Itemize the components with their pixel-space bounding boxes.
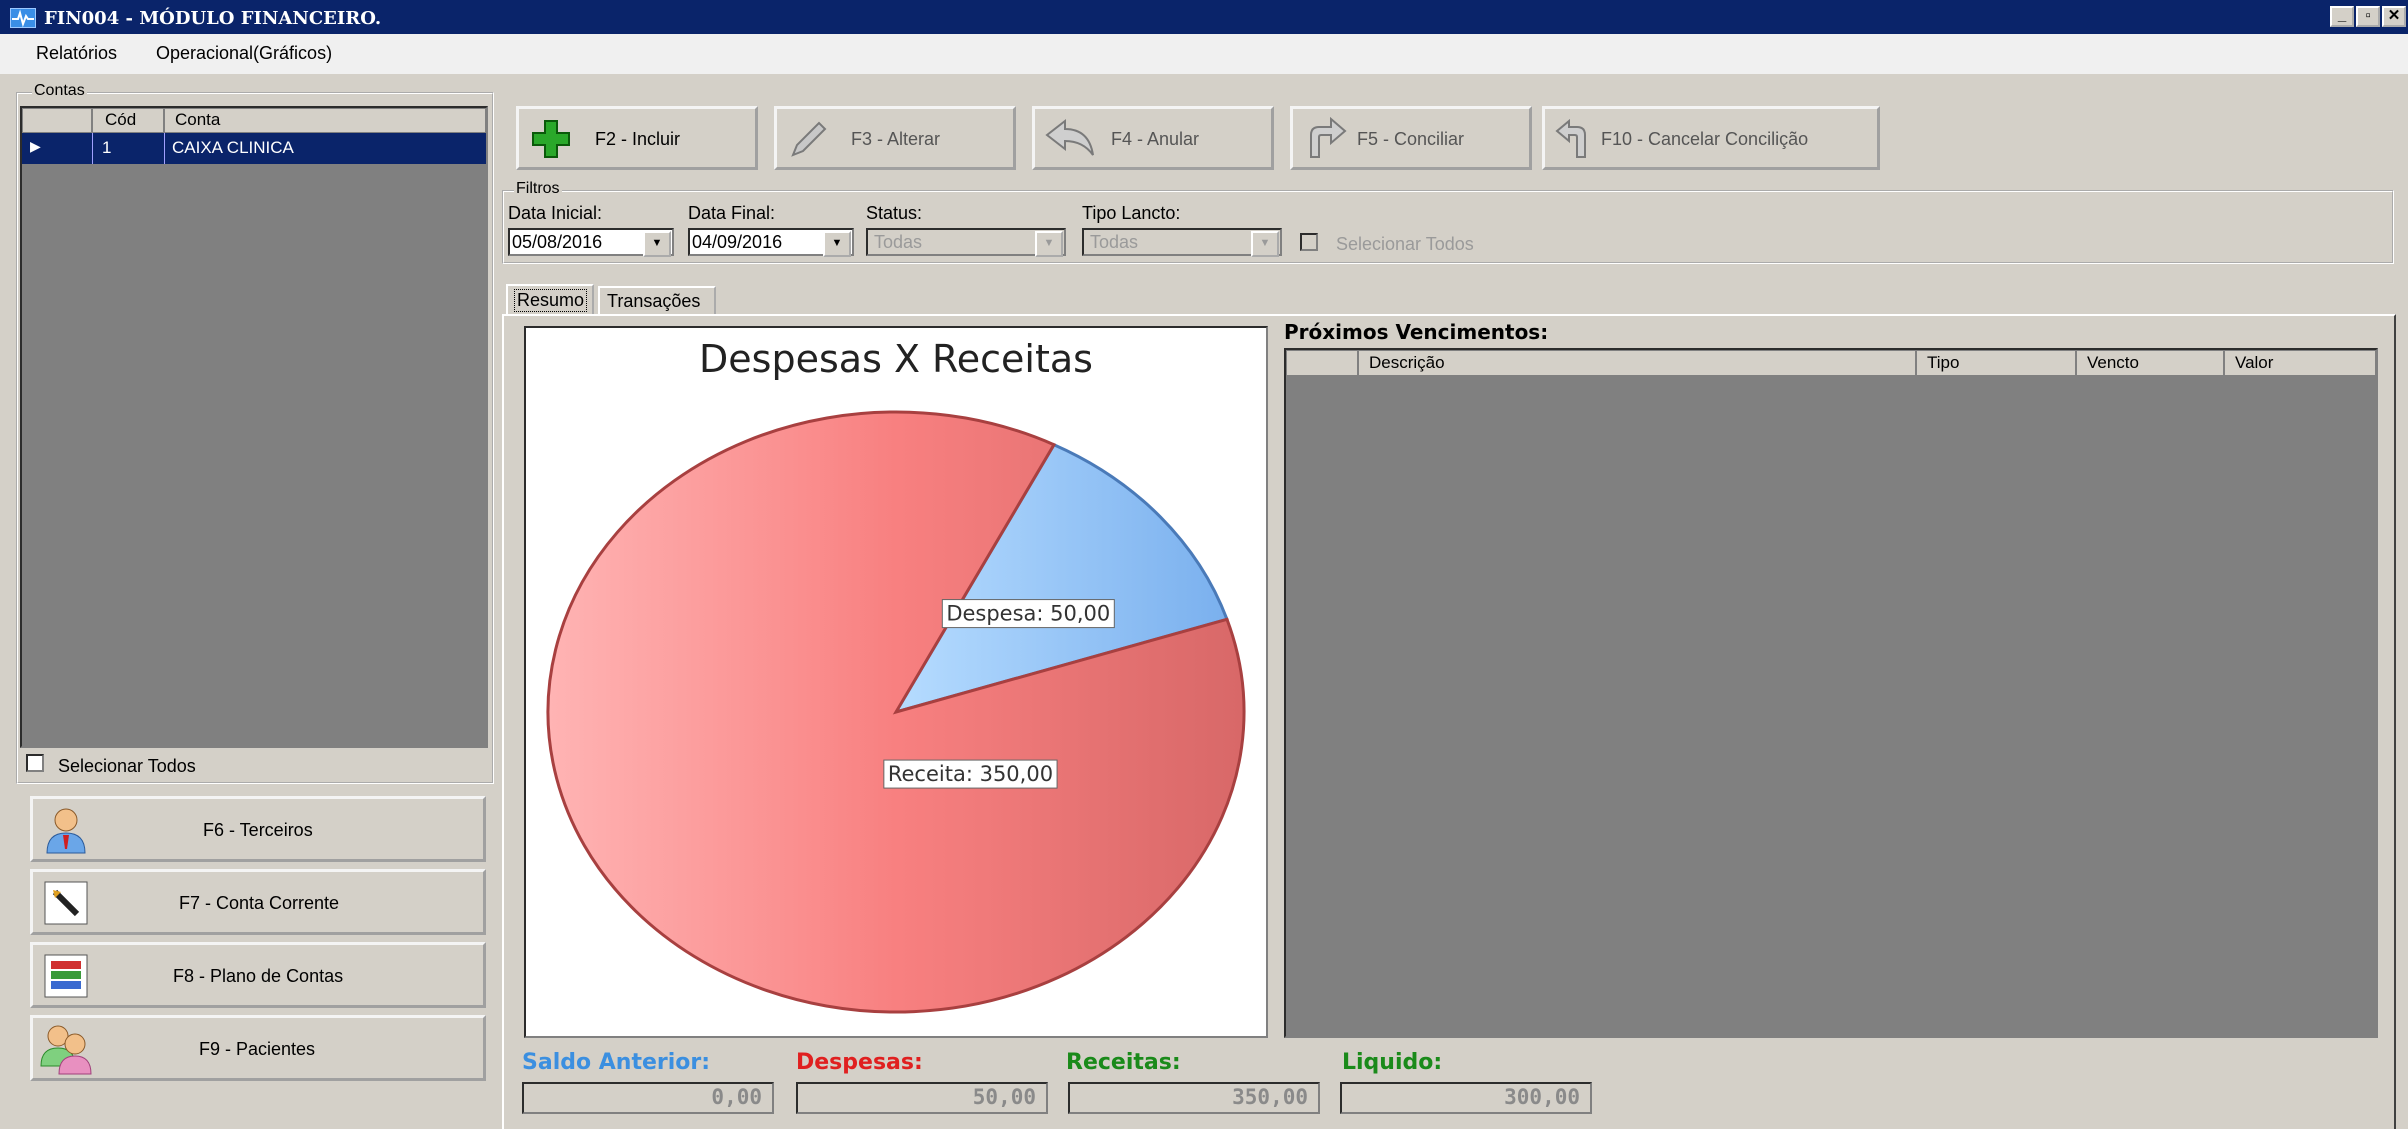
pencil-icon	[791, 121, 827, 157]
chevron-down-icon[interactable]: ▼	[1251, 231, 1279, 257]
row-pointer-icon: ▶	[30, 138, 41, 154]
menu-bar	[0, 34, 2408, 74]
contas-grid[interactable]	[20, 106, 488, 748]
data-final-picker[interactable]: 04/09/2016 ▼	[688, 228, 854, 257]
plus-icon	[532, 120, 570, 158]
vencimentos-indicator-header	[1286, 350, 1358, 376]
conta-corrente-button[interactable]: F7 - Conta Corrente	[30, 869, 486, 935]
plano-contas-button[interactable]: F8 - Plano de Contas	[30, 942, 486, 1008]
chevron-down-icon[interactable]: ▼	[643, 231, 671, 257]
select-all-filtros-checkbox[interactable]	[1300, 233, 1318, 251]
anular-button[interactable]: F4 - Anular	[1032, 106, 1274, 170]
pie-chart: Despesas X Receitas Despesa: 50,00 Receit…	[524, 326, 1268, 1038]
data-label-receita: Receita: 350,00	[883, 759, 1058, 789]
pacientes-button[interactable]: F9 - Pacientes	[30, 1015, 486, 1081]
select-all-contas-label: Selecionar Todos	[58, 756, 196, 776]
vencimentos-grid[interactable]	[1284, 348, 2378, 1038]
people-icon	[40, 1025, 92, 1075]
incluir-label: F2 - Incluir	[595, 129, 681, 149]
chart-title: Despesas X Receitas	[699, 337, 1093, 381]
terceiros-button[interactable]: F6 - Terceiros	[30, 796, 486, 862]
saldo-anterior-value: 0,00	[522, 1082, 774, 1114]
pulse-icon	[10, 8, 36, 28]
pie-svg: Despesas X Receitas Despesa: 50,00 Receit…	[546, 337, 1246, 1014]
window-title: FIN004 - MÓDULO FINANCEIRO.	[44, 8, 382, 29]
conta-corrente-label: F7 - Conta Corrente	[179, 893, 340, 913]
alterar-button[interactable]: F3 - Alterar	[774, 106, 1016, 170]
menu-operacional[interactable]: Operacional(Gráficos)	[156, 43, 332, 64]
filtros-legend: Filtros	[514, 180, 562, 198]
row-conta: CAIXA CLINICA	[172, 138, 294, 157]
col-vencto-header[interactable]: Vencto	[2076, 350, 2224, 376]
col-tipo-header[interactable]: Tipo	[1916, 350, 2076, 376]
incluir-button[interactable]: F2 - Incluir	[516, 106, 758, 170]
cancelar-conciliacao-button[interactable]: F10 - Cancelar Concilição	[1542, 106, 1880, 170]
conciliar-label: F5 - Conciliar	[1357, 129, 1465, 149]
tipo-lancto-label: Tipo Lancto:	[1082, 203, 1181, 223]
terceiros-label: F6 - Terceiros	[203, 820, 313, 840]
pen-icon	[44, 881, 88, 925]
cell-divider	[92, 133, 93, 164]
grid-indicator-header	[22, 108, 92, 133]
undo-arrow-icon	[1045, 118, 1094, 156]
tipo-lancto-select[interactable]: Todas ▼	[1082, 228, 1282, 257]
data-inicial-label: Data Inicial:	[508, 203, 603, 223]
liquido-value: 300,00	[1340, 1082, 1592, 1114]
chevron-down-icon[interactable]: ▼	[1035, 231, 1063, 257]
alterar-label: F3 - Alterar	[851, 129, 941, 149]
data-final-label: Data Final:	[688, 203, 776, 223]
close-button[interactable]: ✕	[2382, 6, 2406, 27]
status-select[interactable]: Todas ▼	[866, 228, 1066, 257]
table-row[interactable]: ▶ 1 CAIXA CLINICA	[22, 133, 486, 164]
col-valor-header[interactable]: Valor	[2224, 350, 2376, 376]
svg-text:Despesa: 50,00: Despesa: 50,00	[946, 602, 1110, 626]
select-all-filtros-label: Selecionar Todos	[1336, 234, 1474, 254]
menu-relatorios[interactable]: Relatórios	[36, 43, 117, 64]
data-inicial-picker[interactable]: 05/08/2016 ▼	[508, 228, 674, 257]
despesas-label: Despesas:	[796, 1050, 923, 1075]
person-icon	[46, 808, 86, 854]
tab-resumo[interactable]: Resumo	[506, 284, 594, 314]
turn-arrow-icon	[1310, 117, 1347, 158]
row-cod: 1	[102, 138, 112, 157]
svg-text:Receita: 350,00: Receita: 350,00	[888, 762, 1053, 786]
minimize-button[interactable]: _	[2330, 6, 2354, 27]
select-all-contas-checkbox[interactable]	[26, 754, 44, 772]
col-conta-header[interactable]: Conta	[164, 108, 486, 133]
cell-divider	[164, 133, 165, 164]
liquido-label: Liquido:	[1342, 1050, 1443, 1075]
anular-label: F4 - Anular	[1111, 129, 1200, 149]
despesas-value: 50,00	[796, 1082, 1048, 1114]
tab-transacoes[interactable]: Transações	[598, 286, 716, 314]
data-label-despesa: Despesa: 50,00	[941, 599, 1115, 629]
chevron-down-icon[interactable]: ▼	[823, 231, 851, 257]
status-label: Status:	[866, 203, 923, 223]
contas-legend: Contas	[32, 82, 87, 100]
plano-contas-label: F8 - Plano de Contas	[173, 966, 344, 986]
receitas-value: 350,00	[1068, 1082, 1320, 1114]
vencimentos-title: Próximos Vencimentos:	[1284, 320, 1549, 344]
maximize-button[interactable]: ▫	[2356, 6, 2380, 27]
cancelar-conciliacao-label: F10 - Cancelar Concilição	[1601, 129, 1809, 149]
receitas-label: Receitas:	[1066, 1050, 1181, 1075]
col-descricao-header[interactable]: Descrição	[1358, 350, 1916, 376]
books-icon	[44, 954, 88, 998]
col-cod-header[interactable]: Cód	[92, 108, 164, 133]
saldo-anterior-label: Saldo Anterior:	[522, 1050, 711, 1075]
pacientes-label: F9 - Pacientes	[199, 1039, 316, 1059]
return-arrow-icon	[1555, 119, 1586, 158]
conciliar-button[interactable]: F5 - Conciliar	[1290, 106, 1532, 170]
